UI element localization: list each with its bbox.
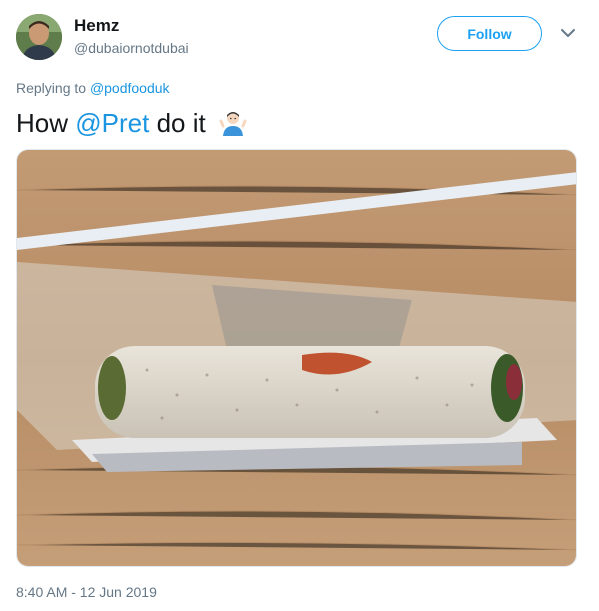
replying-to-label: Replying to	[16, 80, 87, 96]
man-shrugging-emoji-icon	[219, 112, 247, 136]
mention-link[interactable]: @Pret	[75, 108, 149, 138]
display-name[interactable]: Hemz	[74, 16, 119, 36]
chevron-down-icon[interactable]	[559, 24, 577, 42]
tweet-timestamp[interactable]: 8:40 AM - 12 Jun 2019	[16, 584, 157, 600]
replying-to: Replying to @podfooduk	[16, 80, 170, 96]
avatar[interactable]	[16, 14, 62, 60]
follow-button[interactable]: Follow	[437, 16, 542, 51]
tweet-text: How @Pret do it	[16, 106, 247, 140]
tweet-word: do it	[156, 108, 206, 138]
wrap-photo-image	[17, 150, 576, 566]
user-handle[interactable]: @dubaiornotdubai	[74, 40, 189, 56]
tweet-word: How	[16, 108, 69, 138]
replying-to-link[interactable]: @podfooduk	[90, 80, 170, 96]
tweet-photo[interactable]	[16, 149, 577, 567]
tweet-header: Hemz @dubaiornotdubai Follow	[16, 12, 583, 62]
